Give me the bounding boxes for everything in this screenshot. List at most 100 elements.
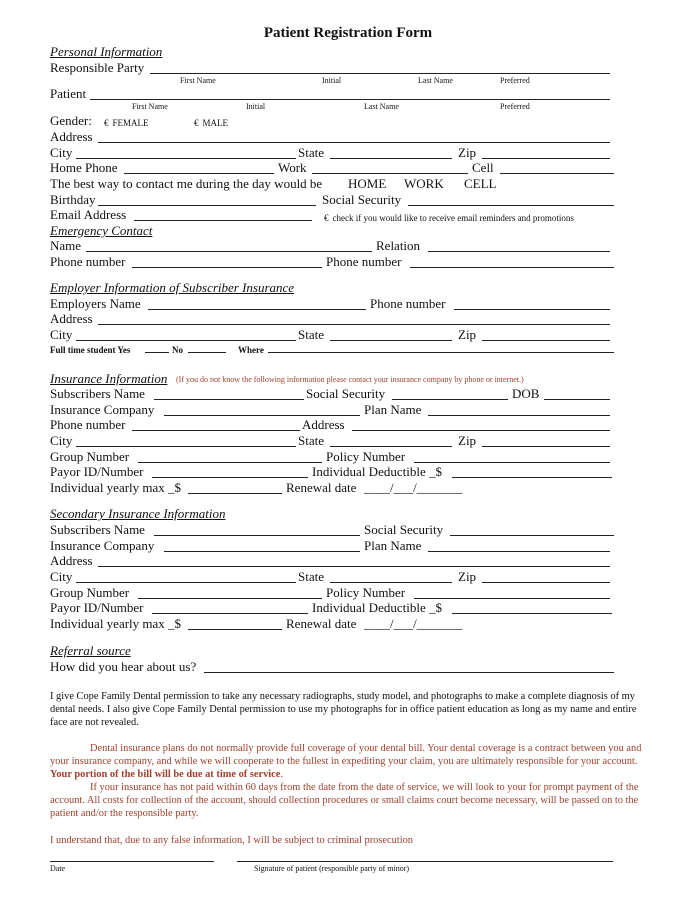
sec-deductible-field[interactable] [452,613,612,614]
emergency-relation-field[interactable] [428,251,610,252]
responsible-party-field[interactable] [150,73,610,74]
ins-subscriber-field[interactable] [154,399,304,400]
employer-city-field[interactable] [76,340,296,341]
sec-plan-field[interactable] [428,551,610,552]
zip-field[interactable] [482,158,610,159]
ins-max-field[interactable] [188,493,282,494]
contact-cell-option[interactable]: CELL [464,176,497,192]
sec-max-row: Individual yearly max _$ Renewal date __… [50,616,463,632]
birthday-field[interactable] [98,205,316,206]
ins-deductible-field[interactable] [452,477,612,478]
student-yes-field[interactable] [145,352,169,353]
ins-group-row: Group Number Policy Number [50,449,614,465]
pt-last-name-label: Last Name [364,102,399,111]
sec-group-field[interactable] [138,598,322,599]
section-personal-heading: Personal Information [50,44,163,59]
ssn-field[interactable] [408,205,614,206]
sec-address-row: Address [50,553,614,569]
emergency-phone1-field[interactable] [132,267,322,268]
section-secondary-heading: Secondary Insurance Information [50,506,226,521]
sec-city-field[interactable] [76,582,296,583]
home-phone-field[interactable] [124,173,274,174]
sec-ssn-field[interactable] [450,535,614,536]
ins-ssn-field[interactable] [392,399,508,400]
ins-group-field[interactable] [138,462,322,463]
sec-policy-field[interactable] [414,598,610,599]
section-emergency-heading: Emergency Contact [50,223,153,238]
ins-renewal-field[interactable]: ____/___/_______ [364,480,462,496]
email-row: Email Address € check if you would like t… [50,207,614,223]
pt-first-name-label: First Name [132,102,168,111]
address-field[interactable] [98,142,610,143]
sec-state-field[interactable] [330,582,452,583]
emergency-phone-row: Phone number Phone number [50,254,614,270]
employer-phone-field[interactable] [454,309,610,310]
signature-field[interactable] [237,861,613,862]
ins-policy-field[interactable] [414,462,610,463]
rp-initial-label: Initial [322,76,342,85]
date-label: Date [50,864,66,873]
pt-initial-label: Initial [246,102,266,111]
ins-plan-field[interactable] [428,415,610,416]
section-employer-heading: Employer Information of Subscriber Insur… [50,280,295,295]
patient-row: Patient [50,86,614,102]
employer-name-field[interactable] [148,309,366,310]
referral-field[interactable] [204,672,614,673]
phones-row: Home Phone Work Cell [50,160,614,176]
ins-state-field[interactable] [330,446,452,447]
address-row: Address [50,129,614,145]
ins-subscriber-row: Subscribers Name Social Security DOB [50,386,614,402]
student-no-field[interactable] [188,352,226,353]
sec-renewal-field[interactable]: ____/___/_______ [364,616,462,632]
ins-company-row: Insurance Company Plan Name [50,402,614,418]
ins-zip-field[interactable] [482,446,610,447]
emergency-phone2-field[interactable] [410,267,614,268]
ins-phone-field[interactable] [132,430,300,431]
date-field[interactable] [50,861,214,862]
employer-name-row: Employers Name Phone number [50,296,614,312]
employer-city-row: City State Zip [50,327,614,343]
sec-company-field[interactable] [164,551,360,552]
emergency-name-field[interactable] [86,251,372,252]
section-insurance-heading: Insurance Information (If you do not kno… [50,371,524,386]
contact-pref-row: The best way to contact me during the da… [50,176,497,192]
sec-max-field[interactable] [188,629,282,630]
contact-work-option[interactable]: WORK [404,176,444,192]
birthday-ssn-row: Birthday Social Security [50,192,614,208]
sec-group-row: Group Number Policy Number [50,585,614,601]
ins-payor-field[interactable] [152,477,308,478]
sec-payor-row: Payor ID/Number Individual Deductible _$ [50,600,614,616]
consent-paragraph: I give Cope Family Dental permission to … [50,691,637,728]
ins-address-field[interactable] [352,430,610,431]
employer-address-field[interactable] [98,324,610,325]
pt-preferred-label: Preferred [500,102,530,111]
sec-company-row: Insurance Company Plan Name [50,538,614,554]
rp-last-name-label: Last Name [418,76,453,85]
insurance-policy-paragraph: Dental insurance plans do not normally p… [50,743,642,819]
sec-subscriber-field[interactable] [154,535,360,536]
ins-city-field[interactable] [76,446,296,447]
work-phone-field[interactable] [312,173,468,174]
cell-phone-field[interactable] [500,173,614,174]
ins-company-field[interactable] [164,415,360,416]
ins-dob-field[interactable] [544,399,610,400]
employer-state-field[interactable] [330,340,452,341]
student-where-field[interactable] [268,352,614,353]
sec-zip-field[interactable] [482,582,610,583]
state-field[interactable] [330,158,452,159]
emergency-name-row: Name Relation [50,238,614,254]
signature-label: Signature of patient (responsible party … [254,864,410,873]
rp-preferred-label: Preferred [500,76,530,85]
responsible-party-row: Responsible Party [50,60,614,76]
email-field[interactable] [134,220,312,221]
employer-zip-field[interactable] [482,340,610,341]
sec-payor-field[interactable] [152,613,308,614]
ins-payor-row: Payor ID/Number Individual Deductible _$ [50,464,614,480]
city-field[interactable] [76,158,296,159]
contact-home-option[interactable]: HOME [348,176,386,192]
patient-field[interactable] [90,99,610,100]
employer-address-row: Address [50,311,614,327]
student-row: Full time student Yes No Where [50,342,614,358]
sec-address-field[interactable] [98,566,610,567]
city-state-zip-row: City State Zip [50,145,614,161]
